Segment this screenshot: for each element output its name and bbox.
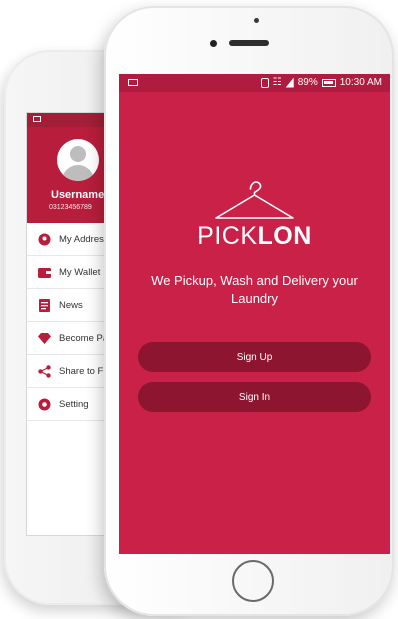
menu-label: My Wallet xyxy=(59,266,101,278)
status-bar: ☷ 89% 10:30 AM xyxy=(119,74,390,92)
signal-icon xyxy=(285,77,294,88)
vibrate-icon xyxy=(260,77,269,88)
menu-label: News xyxy=(59,299,83,311)
battery-icon xyxy=(321,78,336,87)
tagline: We Pickup, Wash and Delivery your Laundr… xyxy=(151,273,358,306)
mail-icon xyxy=(128,79,138,86)
menu-label: Become Pa xyxy=(59,332,109,344)
menu-label: Share to Fr xyxy=(59,365,107,377)
logo-text-bold: LON xyxy=(257,222,312,250)
logo-text: PICKLON xyxy=(119,222,390,251)
wifi-icon: ☷ xyxy=(272,76,282,88)
sign-in-button[interactable]: Sign In xyxy=(138,382,371,412)
diamond-icon xyxy=(37,331,51,345)
status-time: 10:30 AM xyxy=(339,77,382,88)
front-camera xyxy=(210,40,217,47)
proximity-sensor xyxy=(254,18,259,23)
earpiece-speaker xyxy=(229,40,269,46)
phone-number: 03123456789 xyxy=(49,204,92,211)
menu-label: My Addres xyxy=(59,233,104,245)
news-icon xyxy=(37,298,51,312)
welcome-screen: ☷ 89% 10:30 AM PICKLON We Pickup, Wash a… xyxy=(119,74,390,554)
app-logo: PICKLON xyxy=(119,180,390,250)
gear-icon xyxy=(37,397,51,411)
status-icons: ☷ 89% 10:30 AM xyxy=(260,76,382,88)
avatar[interactable] xyxy=(57,139,99,181)
mail-icon xyxy=(33,116,41,122)
pin-icon xyxy=(37,232,51,246)
username-label: Username xyxy=(51,189,105,201)
logo-text-light: PICK xyxy=(197,222,258,250)
home-button[interactable] xyxy=(232,560,274,602)
sign-up-button[interactable]: Sign Up xyxy=(138,342,371,372)
share-icon xyxy=(37,364,51,378)
hanger-icon xyxy=(215,181,294,219)
wallet-icon xyxy=(37,265,51,279)
menu-label: Setting xyxy=(59,398,89,410)
battery-percent: 89% xyxy=(297,77,318,88)
